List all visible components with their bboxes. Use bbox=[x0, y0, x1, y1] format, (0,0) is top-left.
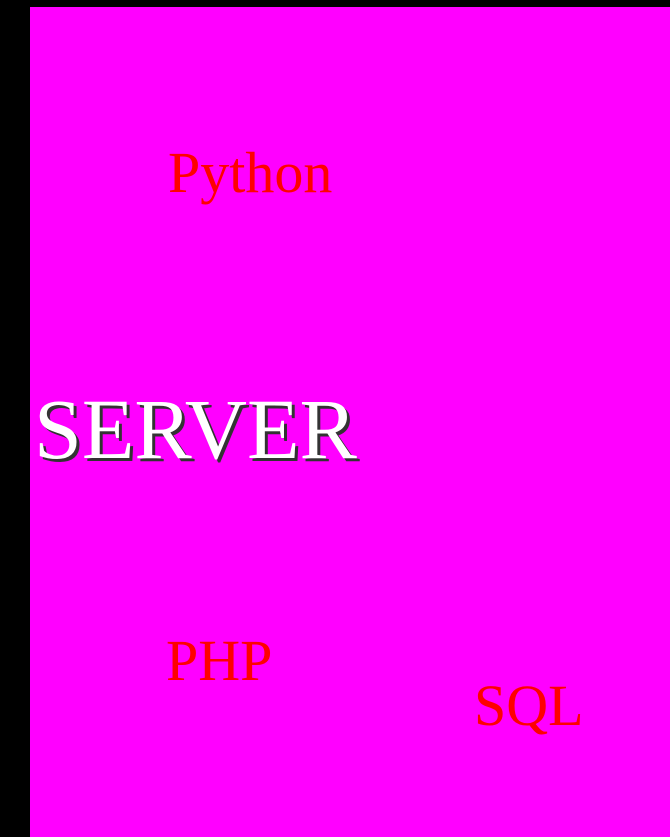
sql-word: SQL bbox=[474, 673, 584, 738]
screen-frame: Python SERVER PHP SQL bbox=[0, 0, 670, 837]
server-word: SERVER bbox=[34, 381, 357, 477]
php-word: PHP bbox=[166, 628, 273, 693]
python-word: Python bbox=[168, 140, 333, 205]
